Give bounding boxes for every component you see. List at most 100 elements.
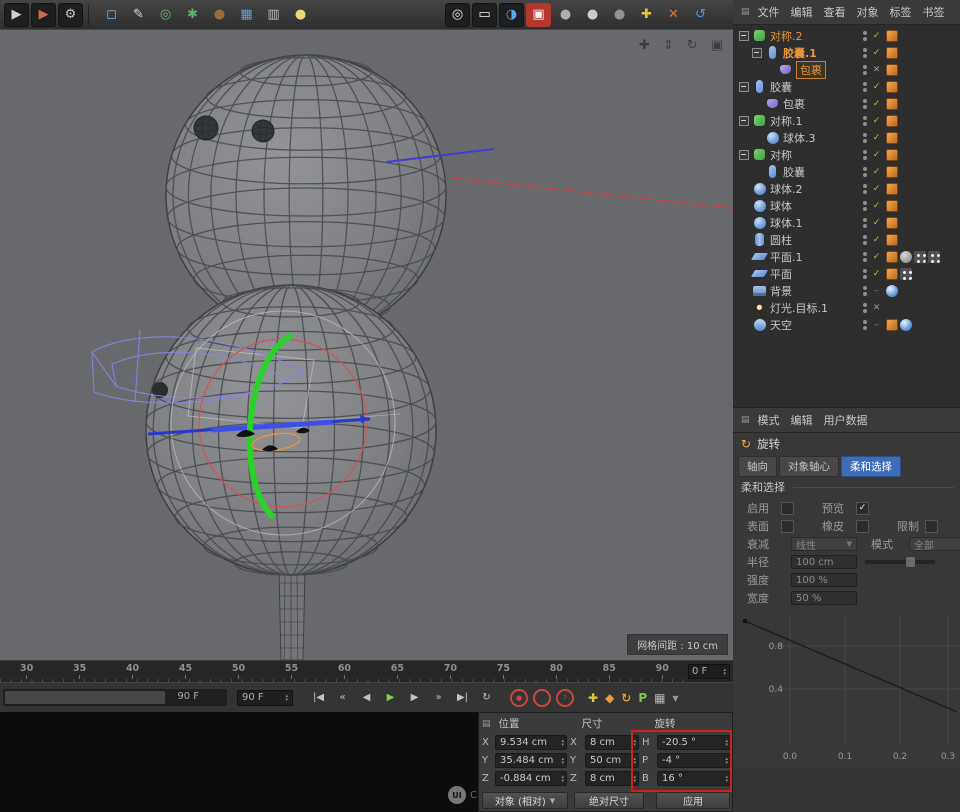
panel-grip-icon[interactable]: ▤ [741,415,750,425]
panel-grip-icon[interactable]: ▤ [482,719,491,729]
om-menu-item[interactable]: 对象 [857,4,879,20]
visibility-dots[interactable] [860,183,869,194]
subdivision-surface-icon[interactable]: ◎ [153,3,178,27]
object-row[interactable]: 球体.1 [733,214,960,231]
visibility-dots[interactable] [860,81,869,92]
range-handle[interactable] [5,691,165,704]
object-label[interactable]: 胶囊 [783,164,805,180]
record-keyframe-button[interactable]: ● [510,688,528,707]
object-label[interactable]: 灯光.目标.1 [770,300,828,316]
strength-field[interactable]: 100 % [791,573,857,587]
object-label[interactable]: 球体.1 [770,215,803,231]
enable-check[interactable] [869,65,884,75]
split-view-icon[interactable]: ◑ [499,2,524,27]
expand-toggle[interactable] [751,167,763,177]
object-label[interactable]: 平面.1 [770,249,803,265]
next-frame-button[interactable]: ▶ [403,688,426,708]
autokey-button[interactable] [533,688,551,707]
object-row[interactable]: 胶囊.1 [733,44,960,61]
object-label[interactable]: 包裹 [783,96,805,112]
max-frame-field[interactable]: 90 F [237,689,293,706]
enable-check[interactable] [869,252,884,262]
field-stepper[interactable] [725,757,728,765]
mat-tag[interactable] [886,131,898,144]
camera-icon[interactable]: ▥ [261,3,286,27]
visibility-dots[interactable] [860,30,869,41]
object-row[interactable]: 对称 [733,146,960,163]
enable-check[interactable] [869,48,884,58]
mat-tag[interactable] [886,233,898,246]
visibility-dots[interactable] [860,115,869,126]
object-row[interactable]: 对称.1 [733,112,960,129]
size-field[interactable]: 8 cm [585,771,639,786]
coord-mode-dropdown[interactable]: 对象 (相对) ▼ [482,792,568,809]
light-icon[interactable]: ● [288,3,313,27]
object-label[interactable]: 包裹 [796,60,826,79]
viewport[interactable]: ✚ ⇕ ↻ ▣ 网格间距 : 10 cm [0,29,734,661]
preview-checkbox[interactable] [856,501,869,515]
mat-tag[interactable] [886,216,898,229]
falloff-curve[interactable]: 0.8 0.4 0.0 0.1 0.2 0.3 [733,609,960,767]
visibility-dots[interactable] [860,251,869,262]
object-row[interactable]: 平面 [733,265,960,282]
mat-tag[interactable] [886,148,898,161]
enable-check[interactable] [869,116,884,126]
om-menu-item[interactable]: 查看 [824,4,846,20]
visibility-dots[interactable] [860,268,869,279]
visibility-dots[interactable] [860,302,869,313]
om-menu-item[interactable]: 编辑 [791,4,813,20]
expand-toggle[interactable] [738,269,750,279]
attribute-tab[interactable]: 对象轴心 [779,455,839,477]
absolute-size-button[interactable]: 绝对尺寸 [574,792,644,809]
expand-toggle[interactable] [738,320,750,330]
field-stepper[interactable] [561,739,564,747]
film-frame-icon[interactable]: ▭ [472,2,497,27]
expand-toggle[interactable] [738,30,750,41]
visibility-dots[interactable] [860,217,869,228]
object-row[interactable]: 背景 [733,282,960,299]
radius-field[interactable]: 100 cm [791,555,857,569]
visibility-dots[interactable] [860,285,869,296]
mat-tag[interactable] [886,46,898,59]
primitive-cube-icon[interactable]: ◻ [99,3,124,27]
object-label[interactable]: 胶囊 [770,79,792,95]
material-ball-2-icon[interactable]: ● [580,3,605,27]
pan-view-icon[interactable]: ✚ [639,38,650,53]
object-label[interactable]: 天空 [770,317,792,333]
size-field[interactable]: 50 cm [585,753,639,768]
object-label[interactable]: 平面 [770,266,792,282]
attribute-tab[interactable]: 柔和选择 [841,455,901,477]
enable-check[interactable] [869,82,884,92]
viewport-canvas[interactable] [0,30,734,661]
object-row[interactable]: 胶囊 [733,78,960,95]
expand-toggle[interactable] [738,115,750,126]
visibility-dots[interactable] [860,149,869,160]
key-parameter-toggle[interactable]: P [638,691,647,705]
attribute-tab[interactable]: 轴向 [738,455,777,477]
expand-toggle[interactable] [738,218,750,228]
loop-button[interactable]: ↻ [475,688,498,708]
enable-check[interactable] [869,235,884,245]
key-rotation-toggle[interactable]: ↻ [621,691,631,705]
object-row[interactable]: 包裹 [733,60,960,79]
curve-point[interactable] [743,619,747,623]
am-menu-item[interactable]: 用户数据 [824,412,868,428]
object-row[interactable]: 对称.2 [733,27,960,44]
zoom-view-icon[interactable]: ⇕ [663,38,674,53]
expand-toggle[interactable] [751,133,763,143]
render-picture-viewer-icon[interactable]: ▶ [31,2,56,27]
expand-toggle[interactable] [738,201,750,211]
mat-tag[interactable] [886,97,898,110]
expand-toggle[interactable] [738,235,750,245]
enable-check[interactable] [869,218,884,228]
expand-toggle[interactable] [738,184,750,194]
mat-tag[interactable] [886,165,898,178]
rotation-field[interactable]: -4 ° [657,753,731,768]
falloff-curve-panel[interactable]: 0.8 0.4 0.0 0.1 0.2 0.3 [733,609,960,767]
om-menu-item[interactable]: 书签 [923,4,945,20]
timeline-ruler[interactable]: 30 35 40 45 50 55 60 65 70 75 80 85 90 0 F [0,660,733,682]
visibility-dots[interactable] [860,234,869,245]
position-field[interactable]: -0.884 cm [495,771,567,786]
prev-frame-button[interactable]: ◀ [355,688,378,708]
rubber-checkbox[interactable] [856,519,869,533]
